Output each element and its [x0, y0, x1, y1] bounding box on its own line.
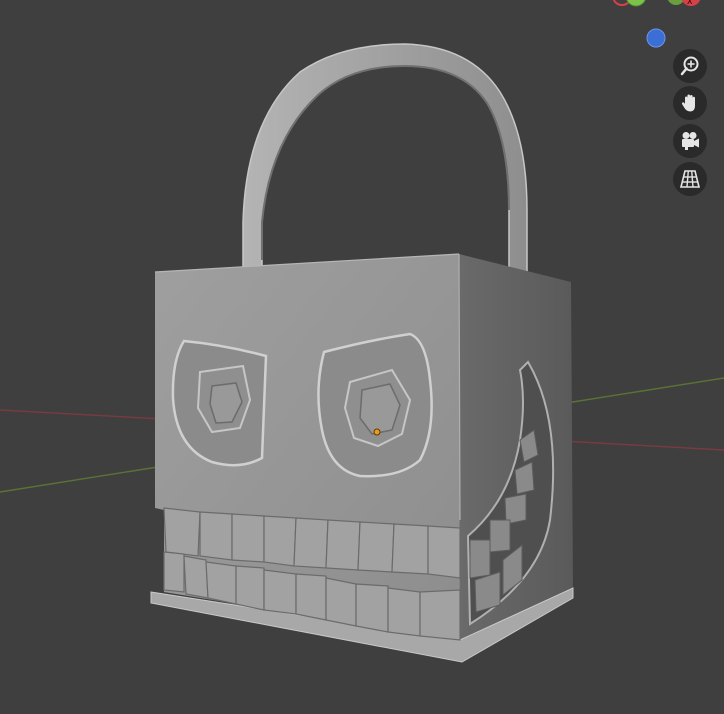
gizmo-z-negative[interactable]	[646, 28, 666, 48]
camera-icon	[682, 132, 699, 150]
gizmo-y-positive[interactable]	[626, 0, 646, 7]
gizmo-x-label: X	[687, 0, 693, 6]
hand-icon	[681, 94, 695, 112]
pan-button[interactable]	[673, 86, 707, 120]
padlock-model[interactable]	[150, 43, 574, 663]
grid-icon	[679, 170, 701, 188]
y-axis-line-far	[559, 377, 724, 405]
magnifier-plus-icon	[680, 56, 699, 76]
zoom-button[interactable]	[673, 49, 707, 83]
perspective-toggle-button[interactable]	[673, 162, 707, 196]
3d-viewport[interactable]: X	[0, 0, 724, 714]
orientation-gizmo[interactable]: X	[600, 0, 724, 60]
scene-canvas[interactable]	[0, 0, 724, 714]
right-eye	[317, 332, 433, 478]
origin-point[interactable]	[373, 428, 381, 436]
camera-view-button[interactable]	[673, 124, 707, 158]
